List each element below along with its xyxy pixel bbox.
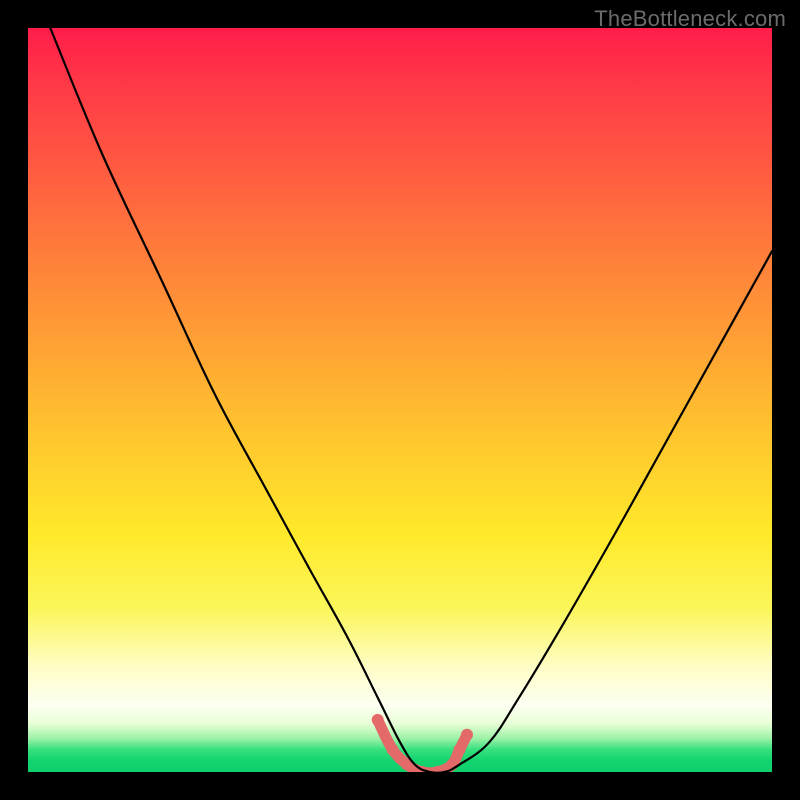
chart-frame: TheBottleneck.com	[0, 0, 800, 800]
bottleneck-curve	[50, 28, 772, 772]
trough-dot	[387, 744, 399, 756]
trough-dot	[372, 714, 384, 726]
trough-dot	[461, 729, 473, 741]
watermark-text: TheBottleneck.com	[594, 6, 786, 32]
curve-svg	[28, 28, 772, 772]
trough-dot	[454, 744, 466, 756]
plot-area	[28, 28, 772, 772]
